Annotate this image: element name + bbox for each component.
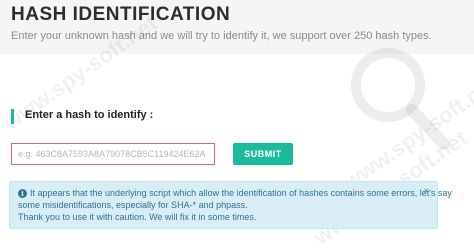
section-accent-bar [11,109,14,124]
alert-line-2: some misidentifications, especially for … [18,200,248,210]
page-title: HASH IDENTIFICATION [11,4,231,25]
alert-text-1: It appears that the underlying script wh… [30,188,452,198]
hash-input[interactable] [11,143,215,165]
alert-line-1: i It appears that the underlying script w… [18,187,452,199]
close-icon[interactable]: × [423,187,429,197]
submit-button[interactable]: SUBMIT [233,143,293,165]
alert-line-3: Thank you to use it with caution. We wil… [18,212,257,222]
page-subtitle: Enter your unknown hash and we will try … [11,30,432,42]
info-alert: i It appears that the underlying script w… [9,181,452,229]
info-icon: i [18,189,27,199]
hash-input-label: Enter a hash to identify : [25,109,154,121]
page-header: HASH IDENTIFICATION Enter your unknown h… [0,0,474,54]
